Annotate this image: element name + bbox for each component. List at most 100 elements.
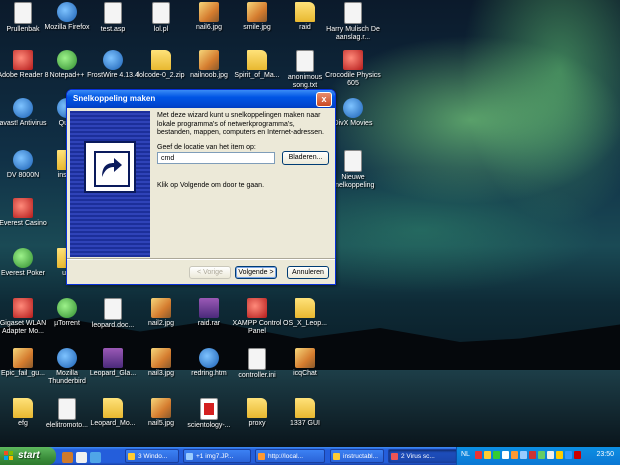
- tray-app-icon[interactable]: [493, 451, 500, 459]
- desktop-icon-label: Spirit_of_Ma...: [234, 72, 280, 79]
- ie-quicklaunch-icon[interactable]: [90, 452, 101, 463]
- jpg-file-icon: [199, 50, 219, 70]
- recycle-bin-icon: [14, 2, 32, 24]
- desktop-icon-label: raid: [299, 24, 311, 31]
- dialog-separator: [67, 258, 335, 260]
- taskbar-button[interactable]: http://local...: [255, 449, 325, 463]
- thunderbird-icon: [57, 348, 77, 368]
- desktop[interactable]: Prullenbak Mozilla Firefox test.asp lol.pl n…: [0, 0, 620, 447]
- dialog-body: Met deze wizard kunt u snelkoppelingen m…: [157, 112, 329, 189]
- desktop-icon-label: OS_X_Leop...: [283, 320, 327, 327]
- desktop-icon[interactable]: Crocodile Physics 605: [324, 50, 382, 88]
- tray-app-icon[interactable]: [565, 451, 572, 459]
- word-doc-icon: [104, 298, 122, 320]
- desktop-icon-label: scientology-...: [187, 422, 231, 429]
- desktop-icon-label: nail5.jpg: [147, 420, 175, 427]
- desktop-icon-label: anonimous song.txt: [287, 74, 323, 89]
- taskbar-button-label: 2 Virus sc...: [401, 453, 435, 460]
- windows-flag-icon: [4, 451, 14, 461]
- desktop-icon[interactable]: OS_X_Leop...: [276, 298, 334, 328]
- desktop-icon[interactable]: icqChat: [276, 348, 334, 378]
- desktop-icon-label: Nieuwe snelkoppeling: [331, 174, 375, 189]
- desktop-icon-label: smile.jpg: [243, 24, 271, 31]
- start-label: start: [18, 450, 40, 461]
- tray-app-icon[interactable]: [475, 451, 482, 459]
- desktop-icon-label: redring.htm: [191, 370, 227, 377]
- firefox-quicklaunch-icon[interactable]: [62, 452, 73, 463]
- desktop-icon-label: raid.rar: [197, 320, 221, 327]
- desktop-icon-label: Crocodile Physics 605: [325, 72, 381, 87]
- frostwire-icon: [103, 50, 123, 70]
- taskbar-button-label: +1 img7.JP...: [196, 453, 234, 460]
- desktop-icon-label: Mozilla Firefox: [44, 24, 90, 31]
- volume-icon[interactable]: [547, 451, 554, 459]
- crocodile-physics-icon: [343, 50, 363, 70]
- quick-launch: [62, 450, 104, 468]
- window-icon: [333, 453, 340, 460]
- rar-file-icon: [103, 348, 123, 368]
- dv-icon: [13, 150, 33, 170]
- clock[interactable]: 23:50: [596, 451, 614, 458]
- desktop-icon-label: XAMPP Control Panel: [232, 320, 282, 335]
- taskbar-button[interactable]: 3 Windo...: [125, 449, 179, 463]
- pdf-file-icon: [200, 398, 218, 420]
- desktop-icon-label: Mozilla Thunderbird: [48, 370, 86, 385]
- taskbar-button[interactable]: 2 Virus sc...: [388, 449, 458, 463]
- icq-icon: [295, 348, 315, 368]
- adobe-reader-icon: [13, 50, 33, 70]
- desktop-icon-label: Prullenbak: [6, 26, 40, 33]
- desktop-icon-label: efg: [18, 420, 28, 427]
- network-icon[interactable]: [556, 451, 563, 459]
- tray-app-icon[interactable]: [529, 451, 536, 459]
- location-input[interactable]: cmd: [157, 152, 275, 164]
- ini-file-icon: [248, 348, 266, 370]
- dialog-title-bar[interactable]: Snelkoppeling maken x: [67, 90, 335, 108]
- folder-icon: [103, 398, 123, 418]
- desktop-icon-label: lol.pl: [153, 26, 169, 33]
- notepad-plus-plus-icon: [57, 50, 77, 70]
- start-button[interactable]: start: [0, 447, 56, 465]
- shortcut-arrow-icon: [84, 141, 136, 193]
- taskbar: start 3 Windo... +1 img7.JP... http://loca…: [0, 447, 620, 465]
- dialog-title: Snelkoppeling maken: [73, 94, 156, 103]
- utorrent-icon: [57, 298, 77, 318]
- tray-app-icon[interactable]: [502, 451, 509, 459]
- taskbar-button[interactable]: instructabl...: [330, 449, 384, 463]
- tray-app-icon[interactable]: [511, 451, 518, 459]
- browse-button[interactable]: Bladeren...: [282, 151, 329, 165]
- desktop-icon-label: leopard.doc...: [91, 322, 135, 329]
- desktop-icon-label: µTorrent: [54, 320, 80, 327]
- jpg-file-icon: [199, 2, 219, 22]
- desktop-icon[interactable]: Harry Mulisch De aanslag.r...: [324, 2, 382, 42]
- tray-app-icon[interactable]: [574, 451, 581, 459]
- tray-app-icon[interactable]: [520, 451, 527, 459]
- jpg-file-icon: [247, 2, 267, 22]
- html-file-icon: [199, 348, 219, 368]
- back-button[interactable]: < Vorige: [189, 266, 231, 279]
- desktop-quicklaunch-icon[interactable]: [76, 452, 87, 463]
- asp-file-icon: [104, 2, 122, 24]
- window-icon: [128, 453, 135, 460]
- folder-icon: [295, 2, 315, 22]
- cancel-button[interactable]: Annuleren: [287, 266, 329, 279]
- next-hint-text: Klik op Volgende om door te gaan.: [157, 182, 265, 189]
- system-tray: NL 23:50: [456, 447, 620, 465]
- jpg-file-icon: [151, 398, 171, 418]
- close-button[interactable]: x: [316, 92, 332, 107]
- desktop-icon-label: Leopard_Gla...: [89, 370, 137, 377]
- desktop-icon[interactable]: Everest Casino: [0, 198, 52, 228]
- tray-app-icon[interactable]: [484, 451, 491, 459]
- taskbar-button[interactable]: +1 img7.JP...: [183, 449, 251, 463]
- language-indicator[interactable]: NL: [461, 451, 470, 458]
- avast-icon: [13, 98, 33, 118]
- desktop-icon-label: lolcode-0_2.zip: [137, 72, 185, 79]
- desktop-icon-label: controller.ini: [238, 372, 276, 379]
- next-button[interactable]: Volgende >: [235, 266, 277, 279]
- tray-app-icon[interactable]: [538, 451, 545, 459]
- folder-icon: [13, 398, 33, 418]
- wizard-description: Met deze wizard kunt u snelkoppelingen m…: [157, 112, 324, 136]
- folder-icon: [247, 398, 267, 418]
- taskbar-button-label: instructabl...: [343, 453, 379, 460]
- desktop-icon[interactable]: 1337 GUI: [276, 398, 334, 428]
- divx-icon: [343, 98, 363, 118]
